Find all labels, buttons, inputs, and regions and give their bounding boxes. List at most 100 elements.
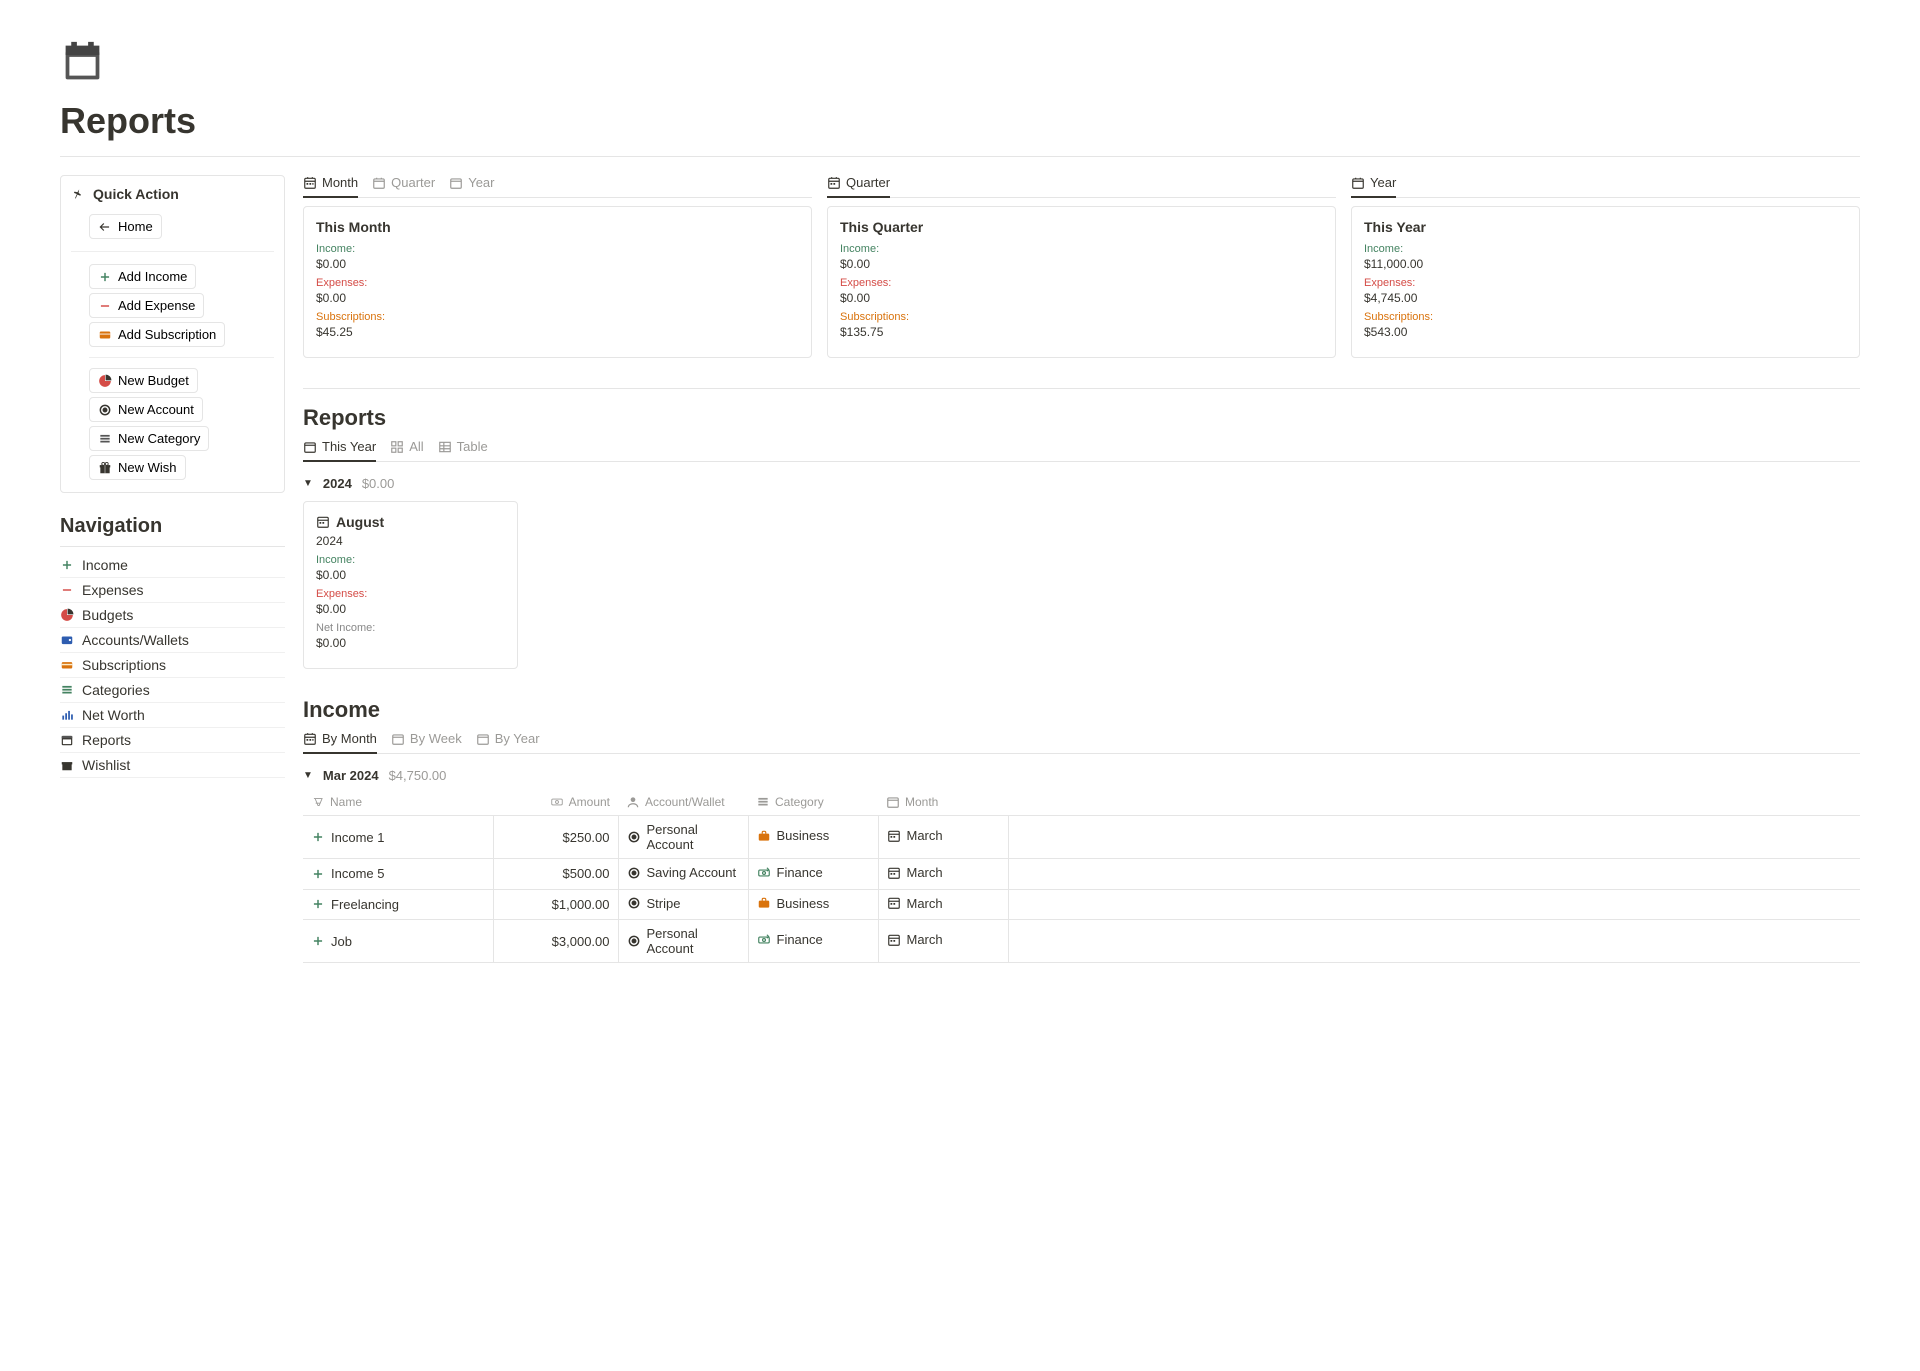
card-this-year[interactable]: This Year Income: $11,000.00 Expenses: $… [1351,206,1860,358]
reports-tabs: This Year All Table [303,439,1860,462]
table-row[interactable]: Income 5 $500.00 Saving Account Finance … [303,859,1860,890]
circle-icon [98,403,112,417]
nav-item-budgets[interactable]: Budgets [60,603,285,628]
col-amount: Amount [569,795,610,809]
card-this-month[interactable]: This Month Income: $0.00 Expenses: $0.00… [303,206,812,358]
tab-month[interactable]: Month [303,175,358,198]
new-wish-label: New Wish [118,460,177,475]
new-budget-label: New Budget [118,373,189,388]
tab-by-month[interactable]: By Month [303,731,377,754]
tab-this-year[interactable]: This Year [303,439,376,462]
nav-title: Navigation [60,515,285,538]
nav-item-subscriptions[interactable]: Subscriptions [60,653,285,678]
reports-group-2024[interactable]: ▼ 2024 $0.00 [303,470,1860,497]
card-this-quarter[interactable]: This Quarter Income: $0.00 Expenses: $0.… [827,206,1336,358]
income-label: Income: [1364,243,1847,255]
add-income-button[interactable]: Add Income [89,264,196,289]
table-icon [438,440,452,454]
add-subscription-button[interactable]: Add Subscription [89,322,225,347]
nav-label-categories: Categories [82,682,150,698]
nav-item-wishlist[interactable]: Wishlist [60,753,285,778]
add-expense-button[interactable]: Add Expense [89,293,204,318]
calendar-grid-icon [303,176,317,190]
text-icon [311,795,325,809]
new-wish-button[interactable]: New Wish [89,455,186,480]
quick-action-box: Quick Action Home Add Income Add Expense [60,175,285,493]
report-net-value: $0.00 [316,636,505,650]
pie-icon [98,374,112,388]
tab-by-week[interactable]: By Week [391,731,462,754]
nav-item-categories[interactable]: Categories [60,678,285,703]
plus-icon [98,270,112,284]
tab-quarter-inactive[interactable]: Quarter [372,175,435,198]
nav-item-reports[interactable]: Reports [60,728,285,753]
tab-table-label: Table [457,439,488,454]
tab-quarter-label: Quarter [846,175,890,190]
briefcase-icon [757,896,771,910]
nav-divider [60,546,285,547]
nav-item-networth[interactable]: Net Worth [60,703,285,728]
circle-icon [627,866,641,880]
plus-icon [311,897,325,911]
tab-all[interactable]: All [390,439,423,462]
row-amount: $1,000.00 [552,897,610,912]
calendar-icon [372,176,386,190]
collapse-toggle-icon[interactable]: ▼ [303,478,313,489]
new-budget-button[interactable]: New Budget [89,368,198,393]
circle-icon [627,934,641,948]
expenses-label: Expenses: [840,277,1323,289]
expenses-label: Expenses: [1364,277,1847,289]
stack-icon [756,795,770,809]
income-group-mar2024[interactable]: ▼ Mar 2024 $4,750.00 [303,762,1860,789]
nav-label-budgets: Budgets [82,607,133,623]
tab-quarter[interactable]: Quarter [827,175,890,198]
calendar-grid-icon [887,866,901,880]
report-income-label: Income: [316,554,505,566]
person-icon [626,795,640,809]
report-card-august[interactable]: August 2024 Income: $0.00 Expenses: $0.0… [303,501,518,669]
tab-all-label: All [409,439,423,454]
calendar-grid-icon [303,732,317,746]
new-account-button[interactable]: New Account [89,397,203,422]
tab-year-inactive[interactable]: Year [449,175,494,198]
calendar-icon [391,732,405,746]
briefcase-icon [757,829,771,843]
add-income-label: Add Income [118,269,187,284]
nav-item-income[interactable]: Income [60,553,285,578]
tab-year[interactable]: Year [1351,175,1396,198]
nav-label-accounts: Accounts/Wallets [82,632,189,648]
tab-table[interactable]: Table [438,439,488,462]
home-button[interactable]: Home [89,214,162,239]
nav-item-expenses[interactable]: Expenses [60,578,285,603]
tab-by-week-label: By Week [410,731,462,746]
table-row[interactable]: Income 1 $250.00 Personal Account Busine… [303,816,1860,859]
row-category: Finance [777,932,823,947]
table-row[interactable]: Freelancing $1,000.00 Stripe Business Ma… [303,889,1860,920]
row-amount: $250.00 [563,830,610,845]
row-month: March [907,896,943,911]
circle-icon [627,896,641,910]
calendar-grid-icon [887,933,901,947]
row-month: March [907,932,943,947]
row-name: Job [331,934,352,949]
calendar-grid-icon [887,896,901,910]
card-icon [98,328,112,342]
report-expenses-value: $0.00 [316,602,505,616]
table-row[interactable]: Job $3,000.00 Personal Account Finance M… [303,920,1860,963]
pin-icon [71,187,85,201]
calendar-icon [60,733,74,747]
reports-header: Reports [303,405,1860,431]
report-card-year: 2024 [316,534,505,548]
tab-year-label: Year [1370,175,1396,190]
nav-item-accounts[interactable]: Accounts/Wallets [60,628,285,653]
chart-icon [60,708,74,722]
col-name: Name [330,795,362,809]
subs-value: $543.00 [1364,325,1847,339]
calendar-icon [303,440,317,454]
new-category-button[interactable]: New Category [89,426,209,451]
collapse-toggle-icon[interactable]: ▼ [303,770,313,781]
subs-value: $135.75 [840,325,1323,339]
add-expense-label: Add Expense [118,298,195,313]
tab-by-year[interactable]: By Year [476,731,540,754]
col-category: Category [775,795,824,809]
